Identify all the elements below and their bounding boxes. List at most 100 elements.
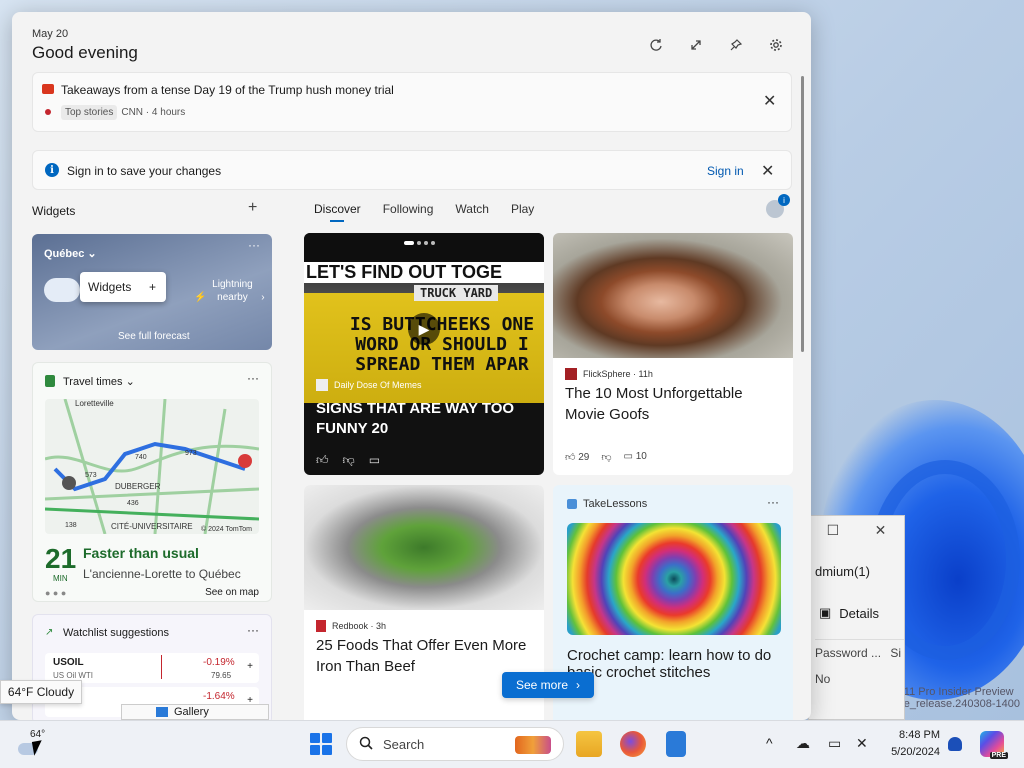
widgets-label: Widgets (32, 204, 76, 218)
window-controls: ☐ ✕ (809, 516, 904, 544)
stock-change: -1.64% (203, 691, 235, 702)
forecast-link[interactable]: See full forecast (118, 331, 190, 342)
source-label: FlickSphere · 11h (583, 369, 653, 379)
card-title[interactable]: 25 Foods That Offer Even More Iron Than … (316, 635, 532, 677)
carousel-dots (404, 241, 435, 245)
traffic-map[interactable]: Loretteville 573 973 740 DUBERGER 436 13… (45, 399, 259, 534)
comment-icon[interactable]: ▭ (369, 453, 380, 468)
weather-widget[interactable]: Québec ⌄ ··· Widgets + ⚡ Lightning nearby … (32, 234, 272, 350)
card-title[interactable]: Crochet camp: learn how to do basic croc… (567, 647, 781, 681)
comment-button[interactable]: ▭ 10 (624, 451, 647, 463)
scrollbar[interactable] (801, 76, 804, 352)
chevron-down-icon: ⌄ (125, 376, 135, 388)
tab-watch[interactable]: Watch (455, 202, 489, 222)
pin-icon[interactable] (727, 36, 745, 54)
search-placeholder: Search (383, 736, 425, 752)
volume-muted-icon[interactable]: ✕ (856, 735, 868, 752)
thumbs-down-icon[interactable]: 👎︎ (601, 451, 611, 463)
play-icon[interactable]: ▶ (408, 313, 440, 345)
thumbs-down-icon[interactable]: 👎︎ (343, 453, 355, 468)
file-explorer-icon[interactable] (576, 731, 602, 757)
avatar[interactable]: i (766, 194, 790, 218)
map-label-740: 740 (135, 454, 147, 461)
lightning-alert[interactable]: ⚡ Lightning nearby › (194, 278, 265, 304)
like-button[interactable]: 👍︎ 29 (565, 451, 589, 463)
map-label-573: 573 (85, 472, 97, 479)
source-label: Redbook · 3h (332, 621, 387, 631)
header-greeting: Good evening (32, 43, 138, 62)
tab-play[interactable]: Play (511, 202, 534, 222)
clock[interactable]: 8:48 PM 5/20/2024 (884, 727, 940, 761)
thumbs-up-icon[interactable]: 👍︎ (316, 453, 329, 468)
source-label: Daily Dose Of Memes (334, 380, 422, 390)
signin-button[interactable]: Sign in (707, 164, 744, 178)
stock-row[interactable]: USOIL US Oil WTI -0.19% 79.65 + (45, 653, 259, 683)
feed-card-memes[interactable]: LET'S FIND OUT TOGE TRUCK YARD IS BUTTCH… (304, 233, 544, 475)
gallery-icon (156, 707, 168, 717)
more-options-icon[interactable]: ··· (247, 371, 259, 385)
map-label-cite: CITÉ-UNIVERSITAIRE (111, 522, 193, 531)
source-logo-icon (565, 368, 577, 380)
copilot-icon[interactable]: PRE (980, 731, 1008, 759)
display-icon[interactable]: ▭ (828, 735, 841, 752)
more-options-icon[interactable]: ··· (248, 238, 260, 252)
tooltip-label: Widgets (88, 280, 132, 294)
taskbar-temp: 64° (30, 729, 46, 740)
travel-widget[interactable]: Travel times ⌄ ··· Loretteville 573 973 … (32, 362, 272, 602)
top-story-headline[interactable]: Takeaways from a tense Day 19 of the Tru… (61, 83, 394, 97)
close-icon[interactable]: ✕ (763, 91, 776, 111)
tab-discover[interactable]: Discover (314, 202, 361, 222)
stock-name: US Oil WTI (53, 671, 93, 680)
card-title[interactable]: The 10 Most Unforgettable Movie Goofs (565, 383, 781, 425)
cloud-icon (44, 278, 80, 302)
see-on-map-link[interactable]: See on map (205, 587, 259, 598)
header-date: May 20 (32, 28, 69, 40)
network-offline-icon[interactable]: ☁ (796, 735, 810, 752)
plus-icon: + (148, 280, 156, 294)
firefox-icon[interactable] (620, 731, 646, 757)
close-icon[interactable]: ✕ (875, 522, 887, 539)
more-options-icon[interactable]: ··· (767, 495, 779, 509)
tab-following[interactable]: Following (383, 202, 434, 222)
top-story-banner[interactable]: Takeaways from a tense Day 19 of the Tru… (32, 72, 792, 132)
close-icon[interactable]: ✕ (761, 161, 774, 181)
map-label-436: 436 (127, 500, 139, 507)
sparkline (161, 655, 162, 679)
chart-icon: ↗ (45, 627, 54, 638)
maximize-icon[interactable]: ☐ (827, 522, 840, 539)
travel-title[interactable]: Travel times ⌄ (63, 375, 135, 388)
weather-city[interactable]: Québec ⌄ (44, 247, 97, 260)
clock-time: 8:48 PM (899, 729, 940, 741)
card-source: FlickSphere · 11h (565, 368, 653, 380)
stock-symbol: USOIL (53, 657, 84, 668)
map-label-138: 138 (65, 522, 77, 529)
insider-line2: e_release.240308-1400 (903, 698, 1020, 710)
background-window[interactable]: ☐ ✕ dmium(1) ▣ Details Password ... Si No (808, 515, 905, 720)
notepad-icon[interactable] (666, 731, 686, 757)
chevron-down-icon: ⌄ (87, 248, 97, 260)
image-caption: LET'S FIND OUT TOGE (304, 262, 544, 283)
search-box[interactable]: Search (346, 727, 564, 761)
comment-count: 10 (635, 451, 647, 462)
refresh-icon[interactable] (647, 36, 665, 54)
notification-bell-icon[interactable] (948, 737, 962, 751)
expand-icon[interactable] (687, 36, 705, 54)
add-widget-icon[interactable]: + (248, 199, 257, 217)
signin-message: Sign in to save your changes (67, 164, 222, 178)
add-stock-icon[interactable]: + (247, 661, 253, 672)
chevron-up-icon[interactable]: ^ (766, 735, 773, 751)
card-title[interactable]: SIGNS THAT ARE WAY TOO FUNNY 20 (316, 399, 532, 439)
map-label-973: 973 (185, 450, 197, 457)
map-label-duberger: DUBERGER (115, 482, 161, 491)
card-image (553, 233, 793, 358)
feed-card-movie-goofs[interactable]: FlickSphere · 11h The 10 Most Unforgetta… (553, 233, 793, 475)
see-more-label: See more (515, 678, 569, 692)
gear-icon[interactable] (767, 36, 785, 54)
details-button[interactable]: ▣ Details (819, 605, 904, 621)
start-button[interactable] (310, 733, 332, 755)
search-highlight-icon (515, 736, 551, 754)
gallery-item[interactable]: Gallery (121, 704, 269, 720)
more-options-icon[interactable]: ··· (247, 623, 259, 637)
column-header[interactable]: Password ... Si (815, 639, 904, 660)
see-more-button[interactable]: See more › (502, 672, 594, 698)
